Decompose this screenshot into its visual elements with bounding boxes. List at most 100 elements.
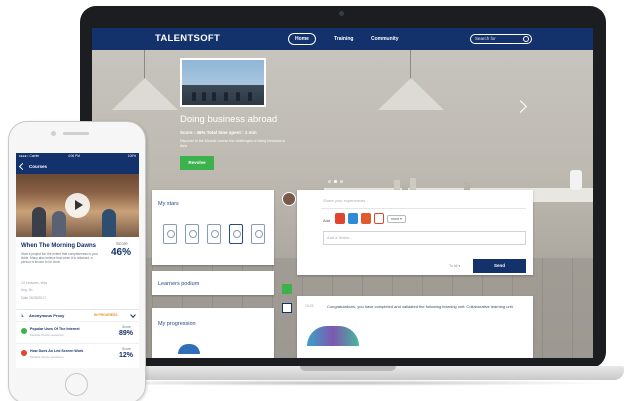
person-silhouette	[248, 92, 252, 101]
battery-level: 100%	[127, 154, 136, 158]
nav-training[interactable]: Training	[334, 33, 353, 45]
webcam-icon	[339, 11, 344, 16]
hero-image[interactable]	[180, 58, 266, 107]
learners-podium-widget: Learners podium	[152, 271, 274, 295]
post-input-placeholder[interactable]: Share your experiences	[323, 198, 365, 203]
widget-title: My stars	[158, 201, 179, 207]
feed-graphic	[307, 326, 359, 346]
chevron-right-icon[interactable]	[514, 100, 527, 113]
hero-cta-button[interactable]: Revolve	[180, 156, 214, 170]
status-badge: IN PROGRESS	[94, 313, 118, 317]
hero-meta: Score : 46% Total time spent : 1 min	[180, 130, 257, 135]
lesson-score-label: Score	[122, 325, 131, 329]
back-arrow-icon[interactable]	[18, 162, 27, 171]
person-silhouette	[212, 92, 216, 101]
header-title[interactable]: Courses	[29, 164, 47, 169]
widget-title: My progression	[158, 321, 196, 327]
divider	[321, 208, 526, 209]
status-dot-icon	[21, 328, 27, 334]
status-dot-icon	[21, 350, 27, 356]
section-number: 1.	[21, 313, 25, 318]
post-composer: Share your experiences Add more ▾ Add a …	[282, 190, 533, 275]
lesson-subtitle: Multiple choice questions	[30, 355, 64, 359]
my-stars-widget: My stars	[152, 190, 274, 265]
badge-icon	[282, 284, 292, 294]
vase-decor	[570, 170, 582, 190]
lesson-score: 12%	[119, 352, 134, 359]
activity-feed-item: 10:23 Congratulations, you have complete…	[297, 296, 533, 358]
feed-text: Congratulations, you have completed and …	[327, 304, 513, 309]
send-button[interactable]: Send	[473, 259, 526, 273]
pendant-lamp-icon	[378, 78, 444, 110]
lesson-title: Popular Uses Of The Internet	[30, 327, 80, 331]
chevron-down-icon[interactable]	[130, 312, 136, 318]
list-item[interactable]: How Does An Led Screen Work Multiple cho…	[16, 343, 139, 365]
list-item[interactable]: Popular Uses Of The Internet Multiple ch…	[16, 321, 139, 343]
visibility-select[interactable]: To all ▾	[449, 264, 460, 268]
widget-title: Learners podium	[158, 281, 200, 287]
carrier-signal: ●●●●○ Carrier	[19, 154, 40, 158]
document-icon[interactable]	[361, 213, 371, 224]
score-value: 46%	[111, 247, 132, 258]
lesson-title: How Does An Led Screen Work	[30, 349, 84, 353]
speaker-grille	[63, 132, 89, 135]
people-icon[interactable]	[251, 224, 265, 244]
hero-description: Discover in the Module course the challe…	[180, 139, 286, 148]
video-icon[interactable]	[335, 213, 345, 224]
avatar	[282, 192, 296, 206]
medal-icon[interactable]	[229, 224, 243, 244]
status-bar: ●●●●○ Carrier 4:06 PM 100%	[16, 153, 139, 160]
laptop-screen: TALENTSOFT Home Training Community Searc…	[92, 28, 593, 358]
pdf-icon[interactable]	[374, 213, 384, 224]
course-title: When The Morning Dawns	[21, 243, 96, 249]
more-attachments-button[interactable]: more ▾	[387, 215, 406, 223]
home-button[interactable]	[65, 373, 88, 396]
person-silhouette	[52, 211, 66, 237]
pendant-lamp-icon	[112, 78, 178, 110]
image-icon[interactable]	[348, 213, 358, 224]
score-label: Score	[116, 241, 128, 246]
laptop-notch	[300, 366, 396, 371]
add-label: Add	[323, 218, 331, 223]
play-icon[interactable]	[65, 193, 90, 218]
person-silhouette	[32, 207, 46, 237]
lamp-cord	[410, 50, 411, 80]
course-meta: Avg. 3h	[21, 288, 33, 292]
carousel-dot[interactable]	[328, 180, 331, 183]
progress-graphic	[178, 344, 200, 354]
person-silhouette	[192, 92, 196, 101]
talentsoft-logo[interactable]: TALENTSOFT	[155, 33, 220, 44]
notes-input[interactable]: Add a Notes...	[323, 231, 526, 245]
section-header[interactable]: 1. Anonymous Proxy IN PROGRESS	[16, 309, 139, 321]
person-silhouette	[202, 92, 206, 101]
lesson-subtitle: Multiple choice questions	[30, 333, 64, 337]
search-input[interactable]: Search for	[470, 34, 532, 44]
nav-home[interactable]: Home	[288, 33, 316, 45]
carousel-dots	[328, 170, 346, 188]
hand-icon[interactable]	[185, 224, 199, 244]
course-video[interactable]	[16, 174, 139, 237]
nav-community[interactable]: Community	[371, 33, 399, 45]
search-icon[interactable]	[523, 36, 529, 42]
my-progression-widget: My progression	[152, 308, 274, 358]
phone-frame: ●●●●○ Carrier 4:06 PM 100% Courses When …	[8, 121, 146, 401]
top-navbar: TALENTSOFT Home Training Community Searc…	[92, 28, 593, 50]
person-silhouette	[102, 209, 116, 237]
course-date: Date 26/05/2017	[21, 296, 47, 300]
lesson-score-label: Score	[122, 347, 131, 351]
status-time: 4:06 PM	[68, 154, 80, 158]
phone-screen: ●●●●○ Carrier 4:06 PM 100% Courses When …	[16, 153, 139, 368]
carousel-dot-active[interactable]	[334, 180, 337, 183]
section-title: Anonymous Proxy	[29, 313, 65, 318]
camera-icon	[51, 131, 56, 136]
feed-timestamp: 10:23	[305, 304, 314, 308]
chart-icon[interactable]	[163, 224, 177, 244]
carousel-dot[interactable]	[340, 180, 343, 183]
course-meta: 13 Lectures, ents	[21, 281, 48, 285]
person-silhouette	[236, 92, 240, 101]
courses-header: Courses	[16, 160, 139, 174]
checkmark-icon	[282, 303, 292, 313]
person-silhouette	[224, 92, 228, 101]
trophy-icon[interactable]	[207, 224, 221, 244]
lamp-cord	[144, 50, 145, 80]
